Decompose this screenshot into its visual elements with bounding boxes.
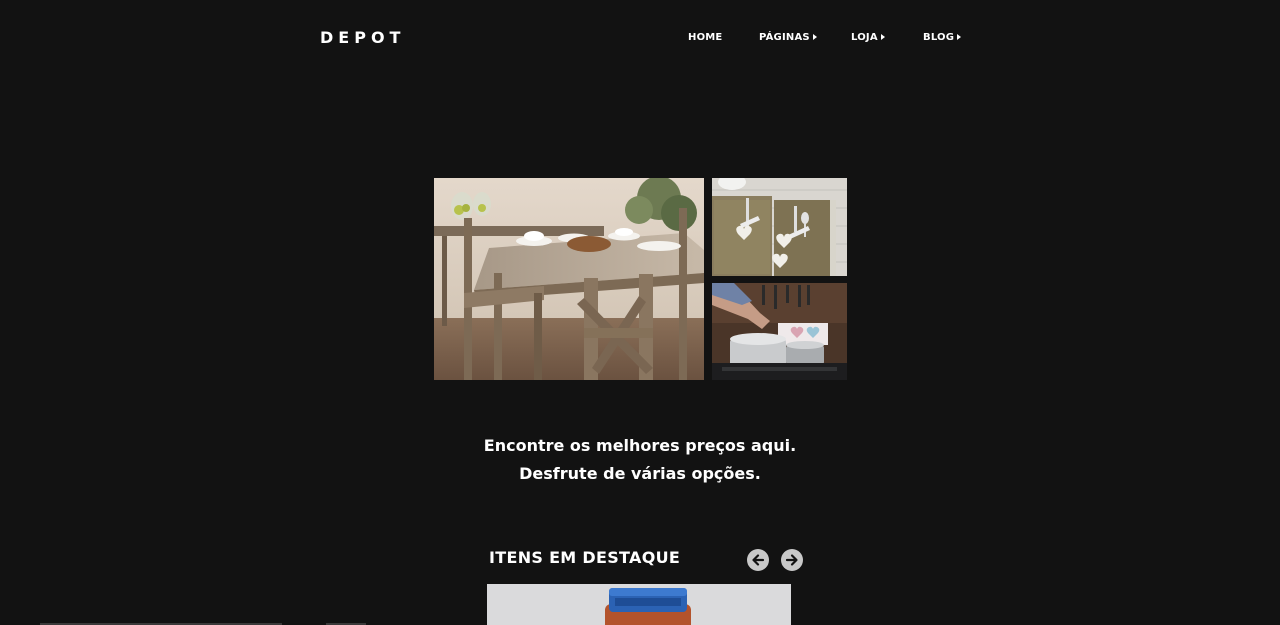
nav-item-loja[interactable]: LOJA [851,32,885,43]
arrow-right-icon [785,554,798,566]
tagline-line-2: Desfrute de várias opções. [519,464,761,483]
nav-item-label: BLOG [923,32,955,43]
nav-item-label: HOME [688,32,723,43]
carousel-prev-button[interactable] [747,549,769,571]
featured-title: ITENS EM DESTAQUE [489,548,681,567]
dining-table-photo [434,178,704,380]
arrow-left-icon [752,554,765,566]
nav-item-label: LOJA [851,32,878,43]
cooking-photo [712,283,847,380]
nav-item-label: PÁGINAS [759,32,810,43]
hero-collage [434,178,847,380]
tagline-line-1: Encontre os melhores preços aqui. [483,436,797,455]
caret-right-icon [812,34,817,40]
main-nav: HOME PÁGINAS LOJA BLOG [0,32,1280,46]
nav-item-paginas[interactable]: PÁGINAS [759,32,817,43]
hero-tagline: Encontre os melhores preços aqui. Desfru… [340,432,940,488]
nav-item-home[interactable]: HOME [688,32,722,43]
nav-item-blog[interactable]: BLOG [923,32,962,43]
featured-product-card[interactable] [487,584,791,625]
carousel-next-button[interactable] [781,549,803,571]
product-jar-image [487,584,791,625]
page: DEPOT HOME PÁGINAS LOJA BLOG Encontre os… [0,0,1280,625]
placemat-photo [712,178,847,276]
caret-right-icon [880,34,885,40]
caret-right-icon [957,34,962,40]
